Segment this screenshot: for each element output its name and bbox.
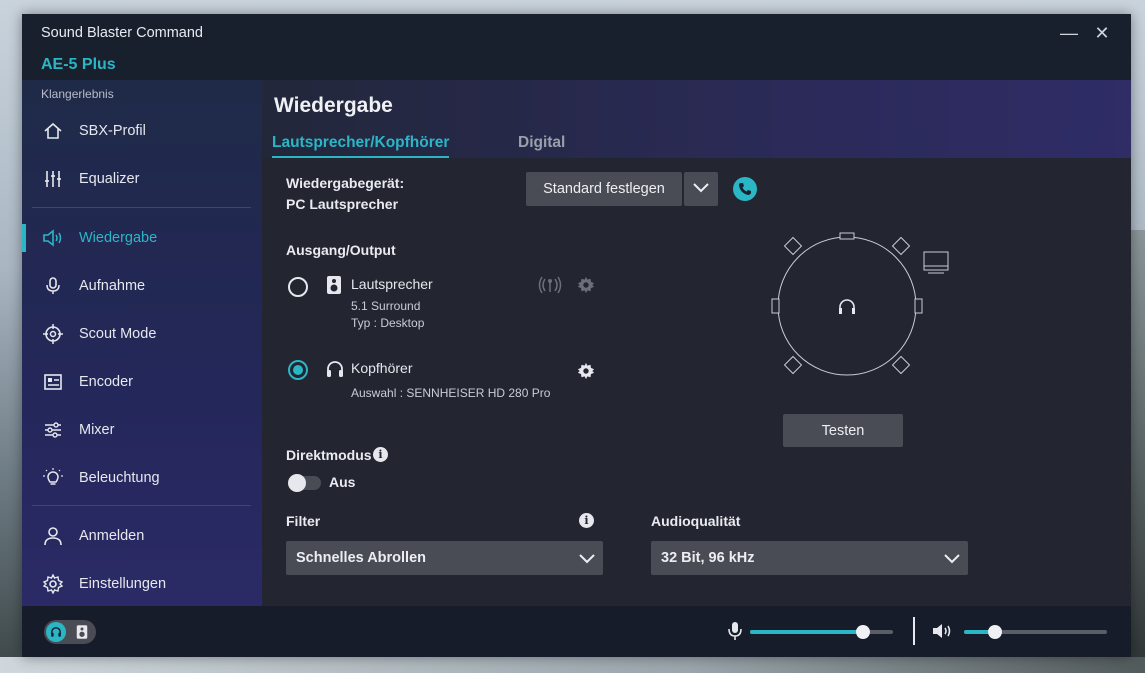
sidebar-item-aufnahme[interactable]: Aufnahme <box>22 266 262 306</box>
close-button[interactable]: ✕ <box>1089 22 1115 44</box>
device-name: AE-5 Plus <box>41 56 116 73</box>
sidebar-item-einstellungen[interactable]: Einstellungen <box>22 564 262 604</box>
chevron-down-icon <box>944 548 960 572</box>
sidebar-item-beleuchtung[interactable]: Beleuchtung <box>22 458 262 498</box>
speakers-type: Typ : Desktop <box>351 316 425 330</box>
audio-quality-select[interactable]: 32 Bit, 96 kHz <box>651 541 968 575</box>
filter-label: Filter <box>286 513 321 529</box>
speaker-mode-icon <box>76 624 88 645</box>
monitor-icon <box>922 250 950 281</box>
crosshair-icon <box>42 323 64 345</box>
filter-select-value: Schnelles Abrollen <box>296 550 426 566</box>
main-header: Wiedergabe Lautsprecher/Kopfhörer Digita… <box>262 80 1131 158</box>
sidebar-item-wiedergabe[interactable]: Wiedergabe <box>22 218 262 258</box>
desktop-background-bottom <box>0 657 1145 673</box>
sidebar-item-mixer[interactable]: Mixer <box>22 410 262 450</box>
direct-mode-label: Direktmodus <box>286 447 372 463</box>
headphones-icon <box>325 359 345 384</box>
app-title: Sound Blaster Command <box>41 25 203 41</box>
home-icon <box>42 120 64 142</box>
speaker-volume-slider[interactable] <box>964 625 1107 639</box>
speaker-volume-knob[interactable] <box>988 625 1003 639</box>
user-icon <box>42 525 64 547</box>
tab-lautsprecher-kopfhoerer[interactable]: Lautsprecher/Kopfhörer <box>272 134 450 158</box>
wireless-speaker-icon[interactable] <box>538 276 562 299</box>
output-mode-switch[interactable] <box>44 620 96 644</box>
sidebar-item-label: Beleuchtung <box>79 470 160 486</box>
sidebar-item-label: Anmelden <box>79 528 145 544</box>
headphones-radio[interactable] <box>288 360 308 380</box>
sidebar-item-equalizer[interactable]: Equalizer <box>22 159 262 199</box>
sidebar-item-scout-mode[interactable]: Scout Mode <box>22 314 262 354</box>
speakers-config: 5.1 Surround <box>351 299 421 313</box>
test-button[interactable]: Testen <box>783 414 903 447</box>
speakers-settings-gear-icon[interactable] <box>577 276 595 299</box>
sidebar-divider <box>32 207 251 208</box>
surround-speaker-diagram <box>762 221 932 391</box>
device-dropdown-button[interactable] <box>684 172 718 206</box>
direct-mode-toggle[interactable] <box>288 474 321 492</box>
content-panel: Wiedergabegerät: PC Lautsprecher Standar… <box>262 158 1131 606</box>
minimize-button[interactable]: — <box>1056 22 1082 44</box>
speakers-name: Lautsprecher <box>351 276 433 292</box>
sidebar-item-label: Wiedergabe <box>79 230 158 246</box>
mic-volume-slider[interactable] <box>750 625 893 639</box>
page-title: Wiedergabe <box>274 94 393 117</box>
sidebar-item-anmelden[interactable]: Anmelden <box>22 516 262 556</box>
main-panel: Wiedergabe Lautsprecher/Kopfhörer Digita… <box>262 80 1131 606</box>
audio-quality-select-value: 32 Bit, 96 kHz <box>661 550 755 566</box>
filter-info-icon[interactable]: i <box>579 513 594 528</box>
microphone-icon <box>728 621 742 646</box>
sidebar-divider <box>32 505 251 506</box>
sidebar-item-encoder[interactable]: Encoder <box>22 362 262 402</box>
mixer-icon <box>42 419 64 441</box>
direct-mode-state: Aus <box>329 474 356 490</box>
playback-device-label: Wiedergabegerät: <box>286 175 405 191</box>
headphones-settings-gear-icon[interactable] <box>577 362 595 385</box>
headphones-selection: Auswahl : SENNHEISER HD 280 Pro <box>351 386 551 400</box>
mic-volume-fill <box>750 630 863 634</box>
sidebar-item-label: Mixer <box>79 422 115 438</box>
set-default-button[interactable]: Standard festlegen <box>526 172 682 206</box>
tab-digital[interactable]: Digital <box>518 134 565 152</box>
mic-volume-knob[interactable] <box>855 625 870 639</box>
sidebar-item-label: Aufnahme <box>79 278 146 294</box>
headphones-name: Kopfhörer <box>351 360 413 376</box>
sidebar-item-label: Equalizer <box>79 171 140 187</box>
sidebar-item-label: SBX-Profil <box>79 123 146 139</box>
lightbulb-icon <box>42 467 64 489</box>
headphones-mode-icon <box>46 622 66 642</box>
sidebar-item-label: Encoder <box>79 374 134 390</box>
audio-quality-label: Audioqualität <box>651 513 741 529</box>
direct-mode-info-icon[interactable]: i <box>373 447 388 462</box>
speaker-icon <box>42 227 64 249</box>
chevron-down-icon <box>579 548 595 572</box>
bottom-divider <box>913 617 915 645</box>
sidebar-item-label: Scout Mode <box>79 326 157 342</box>
volume-icon <box>932 622 954 645</box>
filter-select[interactable]: Schnelles Abrollen <box>286 541 603 575</box>
speaker-box-icon <box>326 275 342 300</box>
output-label: Ausgang/Output <box>286 242 396 258</box>
speakers-radio[interactable] <box>288 277 308 297</box>
phone-icon[interactable] <box>733 177 757 201</box>
gear-icon <box>42 573 64 595</box>
chevron-down-icon <box>693 181 709 197</box>
sidebar: Klangerlebnis SBX-Profil Equalizer Wiede… <box>22 80 262 606</box>
sidebar-section-label: Klangerlebnis <box>41 87 114 101</box>
sidebar-item-sbx-profil[interactable]: SBX-Profil <box>22 111 262 151</box>
sidebar-item-label: Einstellungen <box>79 576 167 592</box>
app-window: Sound Blaster Command AE-5 Plus — ✕ Klan… <box>22 14 1131 657</box>
title-bar: Sound Blaster Command AE-5 Plus — ✕ <box>22 14 1131 80</box>
toggle-knob <box>288 474 306 492</box>
bottom-bar <box>22 606 1131 657</box>
playback-device-value: PC Lautsprecher <box>286 196 399 212</box>
microphone-icon <box>42 275 64 297</box>
encoder-icon <box>42 371 64 393</box>
equalizer-icon <box>42 168 64 190</box>
